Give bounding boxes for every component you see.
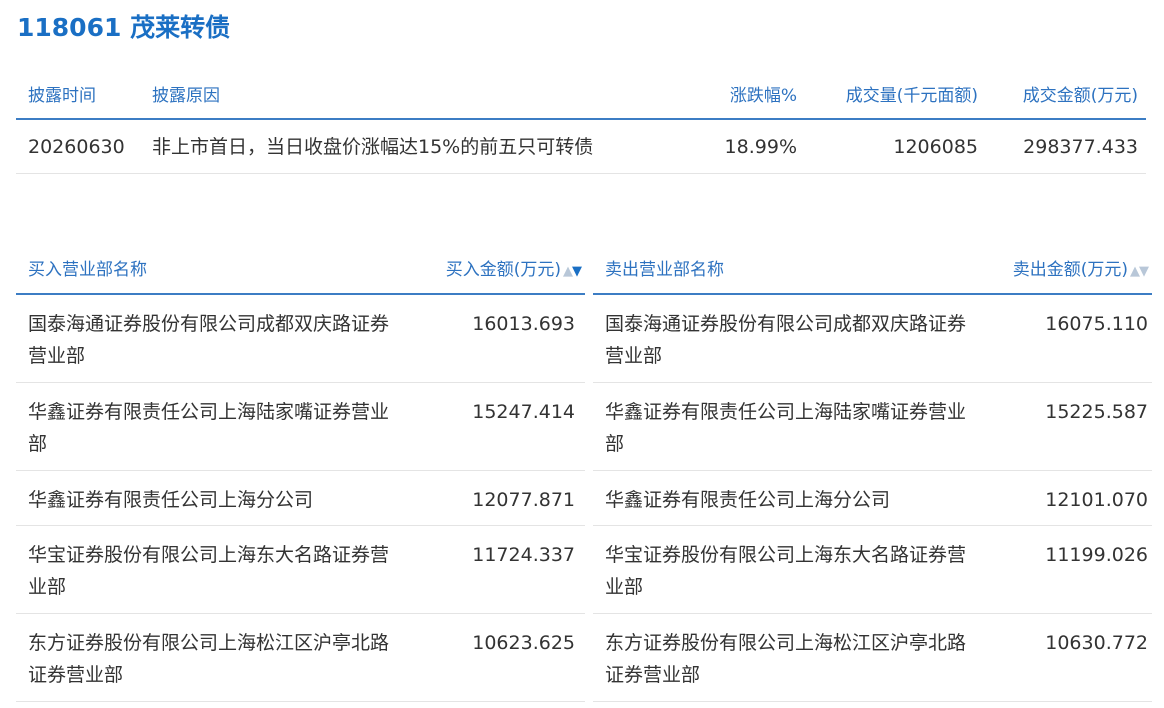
header-amount: 成交金额(万元) xyxy=(1022,86,1138,106)
table-row: 华鑫证券有限责任公司上海分公司 12077.871 xyxy=(16,471,585,526)
disclosure-time: 20260630 xyxy=(28,136,125,158)
sell-broker-name: 东方证券股份有限公司上海松江区沪亭北路证券营业部 xyxy=(605,632,967,686)
table-row: 东方证券股份有限公司上海松江区沪亭北路证券营业部 10630.772 xyxy=(593,614,1152,702)
buy-header-row: 买入营业部名称 买入金额(万元) ▲▼ xyxy=(16,247,585,295)
sort-icon[interactable]: ▲▼ xyxy=(1130,264,1149,279)
page-title: 118061 茂莱转债 xyxy=(17,13,231,42)
buy-broker-name: 国泰海通证券股份有限公司成都双庆路证券营业部 xyxy=(28,313,390,367)
disclosure-reason: 非上市首日，当日收盘价涨幅达15%的前五只可转债 xyxy=(152,136,594,158)
header-buy-amount: 买入金额(万元) xyxy=(445,260,561,280)
sort-asc-icon[interactable]: ▲ xyxy=(563,264,573,279)
header-sell-broker-name: 卖出营业部名称 xyxy=(605,260,724,280)
volume: 1206085 xyxy=(893,136,978,158)
header-disclosure-reason: 披露原因 xyxy=(152,86,220,106)
header-disclosure-time: 披露时间 xyxy=(28,86,96,106)
sort-icon[interactable]: ▲▼ xyxy=(563,264,582,279)
sell-broker-table: 卖出营业部名称 卖出金额(万元) ▲▼ 国泰海通证券股份有限公司成都双庆路证券营业… xyxy=(593,247,1152,702)
sell-broker-name: 国泰海通证券股份有限公司成都双庆路证券营业部 xyxy=(605,313,967,367)
table-row: 华宝证券股份有限公司上海东大名路证券营业部 11724.337 xyxy=(16,526,585,614)
sell-amount: 12101.070 xyxy=(1045,489,1148,511)
buy-amount: 16013.693 xyxy=(472,313,575,335)
change-pct: 18.99% xyxy=(724,136,797,158)
amount: 298377.433 xyxy=(1023,136,1138,158)
buy-amount: 15247.414 xyxy=(472,401,575,423)
sell-amount: 10630.772 xyxy=(1045,632,1148,654)
sell-broker-name: 华鑫证券有限责任公司上海分公司 xyxy=(605,489,891,511)
buy-broker-name: 东方证券股份有限公司上海松江区沪亭北路证券营业部 xyxy=(28,632,390,686)
header-change-pct: 涨跌幅% xyxy=(729,86,797,106)
header-sell-amount: 卖出金额(万元) xyxy=(1012,260,1128,280)
sell-broker-name: 华鑫证券有限责任公司上海陆家嘴证券营业部 xyxy=(605,401,967,455)
sell-header-row: 卖出营业部名称 卖出金额(万元) ▲▼ xyxy=(593,247,1152,295)
header-sell-amount-sort[interactable]: 卖出金额(万元) ▲▼ xyxy=(1012,247,1149,295)
header-volume: 成交量(千元面额) xyxy=(845,86,978,106)
header-buy-broker-name: 买入营业部名称 xyxy=(28,260,147,280)
sort-asc-icon[interactable]: ▲ xyxy=(1130,264,1140,279)
table-row: 国泰海通证券股份有限公司成都双庆路证券营业部 16075.110 xyxy=(593,295,1152,383)
buy-amount: 12077.871 xyxy=(472,489,575,511)
buy-amount: 10623.625 xyxy=(472,632,575,654)
buy-broker-name: 华宝证券股份有限公司上海东大名路证券营业部 xyxy=(28,544,390,598)
sort-desc-icon[interactable]: ▼ xyxy=(572,264,582,279)
disclosure-header-row: 披露时间 披露原因 涨跌幅% 成交量(千元面额) 成交金额(万元) xyxy=(16,72,1146,120)
header-buy-amount-sort[interactable]: 买入金额(万元) ▲▼ xyxy=(445,247,582,295)
buy-amount: 11724.337 xyxy=(472,544,575,566)
table-row: 华鑫证券有限责任公司上海陆家嘴证券营业部 15225.587 xyxy=(593,383,1152,471)
sell-amount: 15225.587 xyxy=(1045,401,1148,423)
buy-broker-name: 华鑫证券有限责任公司上海分公司 xyxy=(28,489,314,511)
sell-amount: 16075.110 xyxy=(1045,313,1148,335)
table-row: 华宝证券股份有限公司上海东大名路证券营业部 11199.026 xyxy=(593,526,1152,614)
sell-broker-name: 华宝证券股份有限公司上海东大名路证券营业部 xyxy=(605,544,967,598)
buy-broker-table: 买入营业部名称 买入金额(万元) ▲▼ 国泰海通证券股份有限公司成都双庆路证券营业… xyxy=(16,247,585,702)
disclosure-table: 披露时间 披露原因 涨跌幅% 成交量(千元面额) 成交金额(万元) 202606… xyxy=(16,72,1146,174)
buy-broker-name: 华鑫证券有限责任公司上海陆家嘴证券营业部 xyxy=(28,401,390,455)
table-row: 华鑫证券有限责任公司上海分公司 12101.070 xyxy=(593,471,1152,526)
table-row: 国泰海通证券股份有限公司成都双庆路证券营业部 16013.693 xyxy=(16,295,585,383)
disclosure-row: 20260630 非上市首日，当日收盘价涨幅达15%的前五只可转债 18.99%… xyxy=(16,120,1146,174)
sell-amount: 11199.026 xyxy=(1045,544,1148,566)
table-row: 东方证券股份有限公司上海松江区沪亭北路证券营业部 10623.625 xyxy=(16,614,585,702)
table-row: 华鑫证券有限责任公司上海陆家嘴证券营业部 15247.414 xyxy=(16,383,585,471)
sort-desc-icon[interactable]: ▼ xyxy=(1139,264,1149,279)
